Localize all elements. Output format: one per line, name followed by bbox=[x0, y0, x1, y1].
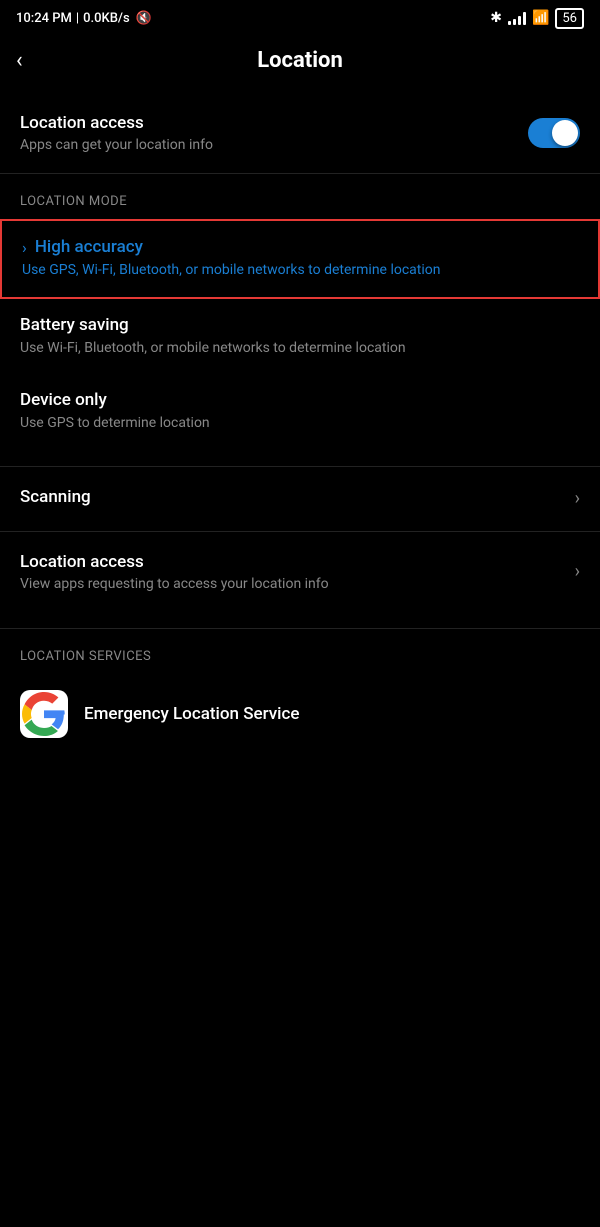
scanning-info: Scanning bbox=[20, 487, 91, 511]
mode-device-only-title: Device only bbox=[20, 390, 107, 410]
location-access-description: Apps can get your location info bbox=[20, 137, 213, 153]
location-access-label: Location access bbox=[20, 113, 213, 133]
header: ‹ Location bbox=[0, 36, 600, 93]
mode-high-accuracy[interactable]: › High accuracy Use GPS, Wi-Fi, Bluetoot… bbox=[0, 219, 600, 299]
back-button[interactable]: ‹ bbox=[16, 44, 31, 77]
scanning-nav-item[interactable]: Scanning › bbox=[0, 467, 600, 531]
mode-battery-saving-title: Battery saving bbox=[20, 315, 129, 335]
mode-device-only-description: Use GPS to determine location bbox=[20, 414, 580, 434]
bluetooth-icon: ✱ bbox=[490, 10, 502, 26]
network-speed: 0.0KB/s bbox=[83, 11, 130, 26]
location-access-toggle[interactable] bbox=[528, 118, 580, 148]
scanning-label: Scanning bbox=[20, 487, 91, 507]
mode-high-accuracy-description: Use GPS, Wi-Fi, Bluetooth, or mobile net… bbox=[22, 261, 578, 281]
location-access-chevron-icon: › bbox=[575, 561, 580, 582]
emergency-location-service-item[interactable]: Emergency Location Service bbox=[0, 674, 600, 754]
time: 10:24 PM bbox=[16, 11, 72, 26]
mode-high-accuracy-title: High accuracy bbox=[35, 237, 143, 257]
location-mode-section-label: LOCATION MODE bbox=[0, 174, 600, 219]
mode-device-only[interactable]: Device only Use GPS to determine locatio… bbox=[0, 374, 600, 450]
mode-battery-saving-header: Battery saving bbox=[20, 315, 580, 335]
status-right: ✱ 📶 56 bbox=[490, 8, 584, 29]
emergency-location-label: Emergency Location Service bbox=[84, 704, 300, 724]
page-title: Location bbox=[257, 48, 343, 73]
location-access-nav-description: View apps requesting to access your loca… bbox=[20, 576, 329, 592]
mode-battery-saving[interactable]: Battery saving Use Wi-Fi, Bluetooth, or … bbox=[0, 299, 600, 375]
mode-high-accuracy-chevron: › bbox=[22, 238, 27, 257]
signal-icon bbox=[508, 11, 526, 25]
location-access-nav-info: Location access View apps requesting to … bbox=[20, 552, 329, 592]
mode-battery-saving-description: Use Wi-Fi, Bluetooth, or mobile networks… bbox=[20, 339, 580, 359]
separator: | bbox=[76, 11, 79, 26]
location-access-info: Location access Apps can get your locati… bbox=[20, 113, 213, 153]
location-access-nav-label: Location access bbox=[20, 552, 329, 572]
location-access-toggle-row: Location access Apps can get your locati… bbox=[0, 93, 600, 173]
battery-level: 56 bbox=[555, 8, 584, 29]
status-bar: 10:24 PM | 0.0KB/s 🔇 ✱ 📶 56 bbox=[0, 0, 600, 36]
wifi-icon: 📶 bbox=[532, 10, 549, 26]
mode-device-only-header: Device only bbox=[20, 390, 580, 410]
toggle-knob bbox=[552, 120, 578, 146]
mute-icon: 🔇 bbox=[136, 11, 152, 26]
location-access-nav-item[interactable]: Location access View apps requesting to … bbox=[0, 532, 600, 612]
google-service-icon bbox=[20, 690, 68, 738]
status-left: 10:24 PM | 0.0KB/s 🔇 bbox=[16, 11, 152, 26]
mode-high-accuracy-header: › High accuracy bbox=[22, 237, 578, 257]
location-services-section-label: LOCATION SERVICES bbox=[0, 629, 600, 674]
scanning-chevron-icon: › bbox=[575, 488, 580, 509]
